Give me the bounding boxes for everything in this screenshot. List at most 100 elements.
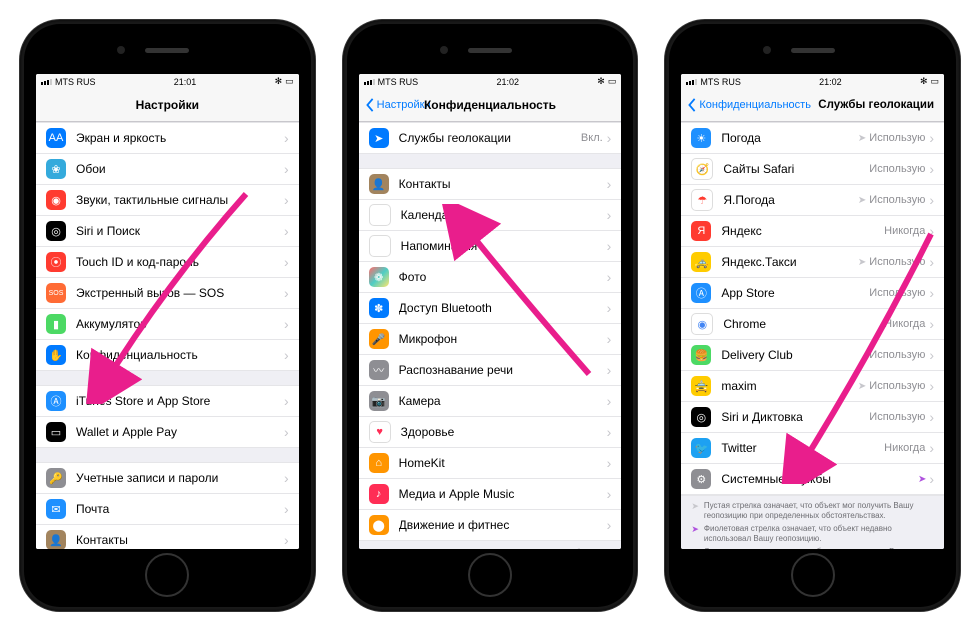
- settings-row[interactable]: ⒶApp StoreИспользую›: [681, 278, 944, 309]
- row-icon: ≡: [369, 235, 391, 257]
- settings-row[interactable]: 🎤Микрофон›: [359, 324, 622, 355]
- row-icon: ⚙: [691, 469, 711, 489]
- chevron-right-icon: ›: [929, 409, 934, 425]
- row-icon: ♪: [369, 484, 389, 504]
- row-icon: ⌂: [369, 453, 389, 473]
- settings-row[interactable]: ⦿Touch ID и код-пароль›: [36, 247, 299, 278]
- settings-row[interactable]: 🧭Сайты SafariИспользую›: [681, 154, 944, 185]
- settings-row[interactable]: ▮Аккумулятор›: [36, 309, 299, 340]
- chevron-right-icon: ›: [284, 130, 289, 146]
- settings-row[interactable]: ◉Звуки, тактильные сигналы›: [36, 185, 299, 216]
- location-list[interactable]: ☀Погода➤Использую›🧭Сайты SafariИспользую…: [681, 122, 944, 549]
- row-label: iTunes Store и App Store: [76, 394, 284, 408]
- phone-3: MTS RUS 21:02 ✻▭ Конфиденциальность Служ…: [665, 20, 960, 611]
- chevron-right-icon: ›: [929, 192, 934, 208]
- row-icon: 🚕: [691, 252, 711, 272]
- settings-row[interactable]: 👤Контакты›: [36, 525, 299, 549]
- settings-row[interactable]: 🚕Яндекс.Такси➤Использую›: [681, 247, 944, 278]
- settings-row[interactable]: ⚙Системные службы➤›: [681, 464, 944, 495]
- row-label: Siri и Диктовка: [721, 410, 869, 424]
- location-arrow-icon: ➤: [858, 257, 866, 268]
- settings-row[interactable]: ✉Почта›: [36, 494, 299, 525]
- back-button[interactable]: Настройки: [365, 98, 431, 112]
- battery-icon: ▭: [930, 76, 939, 87]
- settings-row[interactable]: ◎Siri и Поиск›: [36, 216, 299, 247]
- chevron-right-icon: ›: [607, 269, 612, 285]
- row-value: Использую: [869, 256, 925, 268]
- row-label: Siri и Поиск: [76, 224, 284, 238]
- back-button[interactable]: Конфиденциальность: [687, 98, 811, 112]
- row-icon: Я: [691, 221, 711, 241]
- settings-row[interactable]: AAЭкран и яркость›: [36, 122, 299, 154]
- settings-row[interactable]: ➤Службы геолокацииВкл.›: [359, 122, 622, 154]
- row-label: Яндекс: [721, 224, 884, 238]
- settings-row[interactable]: ▭Wallet и Apple Pay›: [36, 417, 299, 448]
- chevron-right-icon: ›: [929, 285, 934, 301]
- row-icon: ☂: [691, 189, 713, 211]
- settings-row[interactable]: ◉ChromeНикогда›: [681, 309, 944, 340]
- chevron-right-icon: ›: [607, 362, 612, 378]
- row-label: Звуки, тактильные сигналы: [76, 193, 284, 207]
- row-icon: ✋: [46, 345, 66, 365]
- chevron-right-icon: ›: [607, 486, 612, 502]
- settings-row[interactable]: ⬤Движение и фитнес›: [359, 510, 622, 541]
- row-label: App Store: [721, 286, 869, 300]
- row-value: Использую: [869, 380, 925, 392]
- settings-row[interactable]: 📷Камера›: [359, 386, 622, 417]
- row-icon: ◉: [691, 313, 713, 335]
- nav-title: Конфиденциальность: [424, 98, 556, 112]
- settings-row[interactable]: 〰Распознавание речи›: [359, 355, 622, 386]
- carrier: MTS RUS: [55, 77, 96, 87]
- bluetooth-icon: ✻: [597, 76, 605, 87]
- settings-row[interactable]: ✽Доступ Bluetooth›: [359, 293, 622, 324]
- settings-row[interactable]: ▦Календари›: [359, 200, 622, 231]
- row-value: Использую: [869, 287, 925, 299]
- settings-row[interactable]: ◎ Siri и ДиктовкаИспользую ›: [681, 402, 944, 433]
- row-icon: 🎤: [369, 329, 389, 349]
- chevron-right-icon: ›: [929, 347, 934, 363]
- row-label: Системные службы: [721, 472, 918, 486]
- settings-row[interactable]: 🔑Учетные записи и пароли›: [36, 462, 299, 494]
- settings-row[interactable]: ❀Обои›: [36, 154, 299, 185]
- settings-row[interactable]: ЯЯндексНикогда›: [681, 216, 944, 247]
- settings-row[interactable]: ♥Здоровье›: [359, 417, 622, 448]
- row-value: Использую: [869, 411, 925, 423]
- row-label: Службы геолокации: [399, 131, 581, 145]
- row-label: Сайты Safari: [723, 162, 869, 176]
- row-value: Никогда: [884, 318, 925, 330]
- chevron-right-icon: ›: [607, 238, 612, 254]
- settings-list[interactable]: AAЭкран и яркость›❀Обои›◉Звуки, тактильн…: [36, 122, 299, 549]
- chevron-right-icon: ›: [929, 378, 934, 394]
- row-label: Delivery Club: [721, 348, 869, 362]
- home-button[interactable]: [468, 553, 512, 597]
- home-button[interactable]: [145, 553, 189, 597]
- row-icon: 〰: [369, 360, 389, 380]
- settings-row[interactable]: ☀Погода➤Использую›: [681, 122, 944, 154]
- location-arrow-icon: ➤: [858, 133, 866, 144]
- settings-row[interactable]: ♪Медиа и Apple Music›: [359, 479, 622, 510]
- row-label: Почта: [76, 502, 284, 516]
- row-icon: 🍔: [691, 345, 711, 365]
- row-icon: ✽: [369, 298, 389, 318]
- settings-row[interactable]: 🐦TwitterНикогда›: [681, 433, 944, 464]
- settings-row[interactable]: 🍔Delivery ClubИспользую›: [681, 340, 944, 371]
- settings-row[interactable]: ❁Фото›: [359, 262, 622, 293]
- settings-row[interactable]: 👤Контакты›: [359, 168, 622, 200]
- nav-title: Службы геолокации: [818, 99, 934, 111]
- settings-row[interactable]: ✋Конфиденциальность›: [36, 340, 299, 371]
- location-arrow-icon: ➤: [858, 381, 866, 392]
- row-icon: ▦: [369, 204, 391, 226]
- row-icon: ◎: [691, 407, 711, 427]
- chevron-right-icon: ›: [284, 254, 289, 270]
- settings-row[interactable]: ⒶiTunes Store и App Store›: [36, 385, 299, 417]
- chevron-right-icon: ›: [284, 424, 289, 440]
- privacy-list[interactable]: ➤Службы геолокацииВкл.› 👤Контакты›▦Кален…: [359, 122, 622, 549]
- chevron-right-icon: ›: [929, 130, 934, 146]
- settings-row[interactable]: 🚖maxim➤Использую›: [681, 371, 944, 402]
- settings-row[interactable]: ☂Я.Погода➤Использую›: [681, 185, 944, 216]
- row-label: Фото: [399, 270, 607, 284]
- home-button[interactable]: [791, 553, 835, 597]
- settings-row[interactable]: ≡Напоминания›: [359, 231, 622, 262]
- settings-row[interactable]: ⌂HomeKit›: [359, 448, 622, 479]
- settings-row[interactable]: SOSЭкстренный вызов — SOS›: [36, 278, 299, 309]
